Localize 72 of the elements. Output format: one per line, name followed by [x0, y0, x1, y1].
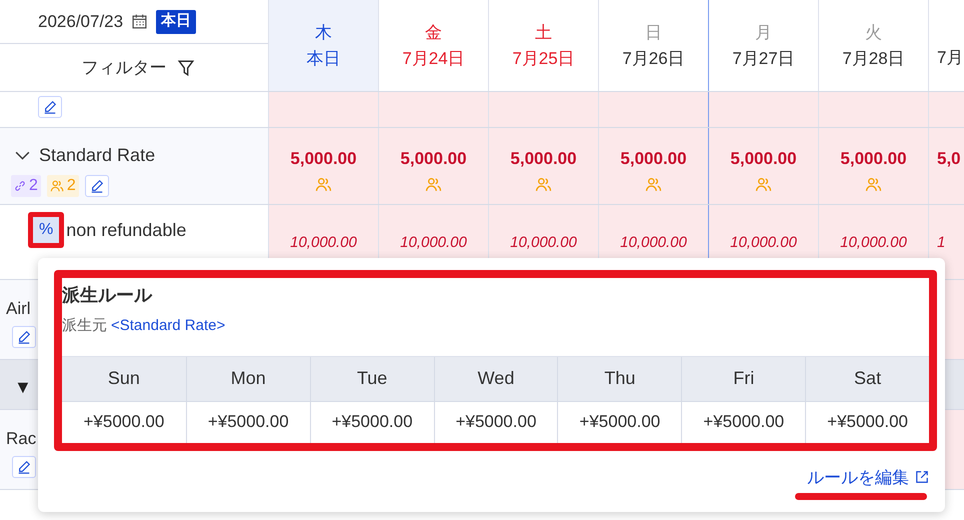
price-value: 10,000.00	[290, 233, 357, 253]
popover-title: 派生ルール	[62, 284, 154, 307]
table-header-cell: Tue	[310, 356, 434, 400]
table-header-cell: Mon	[186, 356, 310, 400]
price-value: 5,000.00	[620, 148, 687, 170]
calendar-icon[interactable]	[131, 13, 148, 30]
price-value: 5,000.00	[840, 148, 907, 170]
price-value: 1	[937, 233, 946, 253]
source-link[interactable]: <Standard Rate>	[111, 315, 226, 338]
price-value: 10,000.00	[510, 233, 577, 253]
today-button[interactable]: 本日	[156, 10, 196, 34]
filter-button[interactable]: フィルター	[82, 54, 194, 80]
pencil-icon	[90, 179, 104, 193]
date-label: 7月	[937, 47, 964, 69]
rate-name: Airl	[5, 298, 31, 320]
pencil-icon	[17, 330, 31, 344]
price-value: 10,000.00	[400, 233, 467, 253]
edit-rule-link[interactable]: ルールを編集	[807, 464, 929, 490]
weekday-label: 木	[315, 22, 332, 44]
edit-button[interactable]	[12, 456, 36, 478]
table-cell: +¥5000.00	[62, 400, 186, 442]
guests-icon	[755, 176, 772, 192]
table-header-cell: Fri	[681, 356, 806, 400]
percent-badge: %	[33, 217, 60, 243]
expand-arrow[interactable]: ▼	[14, 374, 32, 401]
weekday-label: 日	[645, 22, 662, 44]
table-cell: +¥5000.00	[186, 400, 310, 442]
date-label: 7月25日	[512, 48, 575, 70]
price-value: 10,000.00	[620, 233, 687, 253]
date-label: 7月26日	[622, 48, 685, 70]
pencil-icon	[43, 100, 57, 114]
weekday-label: 金	[425, 22, 442, 44]
price-value: 5,000.00	[290, 148, 357, 170]
price-value: 5,000.00	[730, 148, 797, 170]
table-header-cell: Sat	[805, 356, 929, 400]
external-link-icon	[915, 470, 929, 484]
date-label: 7月27日	[732, 48, 795, 70]
source-label: 派生元	[62, 316, 107, 336]
guest-count-badge: 2	[46, 175, 79, 197]
table-cell: +¥5000.00	[434, 400, 558, 442]
weekday-label: 土	[535, 22, 552, 44]
link-count-badge: 2	[11, 175, 41, 197]
rate-name: Standard Rate	[39, 144, 156, 167]
weekday-label: 火	[865, 22, 882, 44]
table-cell: +¥5000.00	[805, 400, 929, 442]
guests-icon	[865, 176, 882, 192]
edit-button[interactable]	[38, 96, 62, 118]
edit-button[interactable]	[84, 175, 109, 197]
table-cell: +¥5000.00	[310, 400, 434, 442]
guests-icon	[315, 176, 332, 192]
date-label: 7月24日	[402, 48, 465, 70]
weekday-label: 月	[755, 22, 772, 44]
price-value: 5,000.00	[510, 148, 577, 170]
table-header-cell: Wed	[434, 356, 558, 400]
edit-button[interactable]	[12, 326, 36, 348]
price-value: 10,000.00	[840, 233, 907, 253]
table-cell: +¥5000.00	[681, 400, 806, 442]
price-value: 5,0	[937, 148, 961, 170]
date-label: 7月28日	[842, 48, 905, 70]
price-value: 10,000.00	[730, 233, 797, 253]
date-label: 本日	[306, 48, 340, 70]
guests-icon	[535, 176, 552, 192]
guests-icon	[425, 176, 442, 192]
table-header-cell: Sun	[62, 356, 186, 400]
date-label: 2026/07/23	[38, 10, 124, 33]
guests-icon	[645, 176, 662, 192]
table-cell: +¥5000.00	[557, 400, 682, 442]
pencil-icon	[17, 460, 31, 474]
price-value: 5,000.00	[400, 148, 467, 170]
table-header-cell: Thu	[557, 356, 682, 400]
rate-name: Rac	[5, 428, 36, 450]
filter-icon	[176, 58, 194, 76]
